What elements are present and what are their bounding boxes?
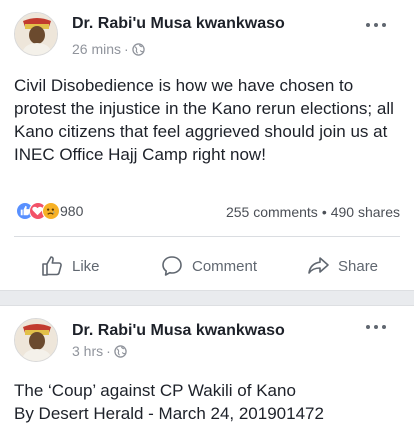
feed-separator xyxy=(0,290,414,306)
speech-bubble-icon xyxy=(162,256,182,276)
share-label: Share xyxy=(338,257,379,275)
post-meta: 3 hrs · xyxy=(72,343,127,359)
more-options-icon[interactable] xyxy=(366,21,388,29)
comment-label: Comment xyxy=(192,257,258,275)
thumbs-up-icon xyxy=(42,256,62,276)
avatar[interactable] xyxy=(14,12,58,56)
reaction-count[interactable]: 980 xyxy=(60,203,83,219)
stats-separator: • xyxy=(321,204,327,220)
avatar[interactable] xyxy=(14,318,58,362)
profile-photo-icon xyxy=(15,13,57,55)
post-meta: 26 mins · xyxy=(72,41,145,57)
post-actions-bar: Like Comment Share xyxy=(0,244,414,288)
meta-separator: · xyxy=(124,41,129,57)
author-name[interactable]: Dr. Rabi'u Musa kwankwaso xyxy=(72,15,285,33)
globe-icon xyxy=(114,345,127,358)
shares-count[interactable]: 490 shares xyxy=(331,204,400,220)
globe-icon xyxy=(131,43,145,56)
post-text: Civil Disobedience is how we have chosen… xyxy=(14,76,394,164)
post-time[interactable]: 3 hrs xyxy=(72,343,103,359)
share-button[interactable]: Share xyxy=(306,252,378,280)
post-text-line[interactable]: The ‘Coup’ against CP Wakili of Kano xyxy=(14,379,404,402)
meta-separator: · xyxy=(106,343,111,359)
engagement-stats: 255 comments • 490 shares xyxy=(226,204,400,220)
post-text-line[interactable]: By Desert Herald - March 24, 201901472 xyxy=(14,402,404,425)
sad-reaction-icon xyxy=(42,202,60,220)
share-arrow-icon xyxy=(308,257,329,274)
comment-button[interactable]: Comment xyxy=(160,252,257,280)
like-button[interactable]: Like xyxy=(40,252,100,280)
divider xyxy=(14,236,400,237)
comments-count[interactable]: 255 comments xyxy=(226,204,318,220)
post-time[interactable]: 26 mins xyxy=(72,41,121,57)
author-name[interactable]: Dr. Rabi'u Musa kwankwaso xyxy=(72,322,285,340)
feed-post: Dr. Rabi'u Musa kwankwaso 26 mins · Civil… xyxy=(0,0,414,290)
more-options-icon[interactable] xyxy=(366,323,388,331)
like-label: Like xyxy=(72,257,100,275)
profile-photo-icon xyxy=(15,319,57,361)
